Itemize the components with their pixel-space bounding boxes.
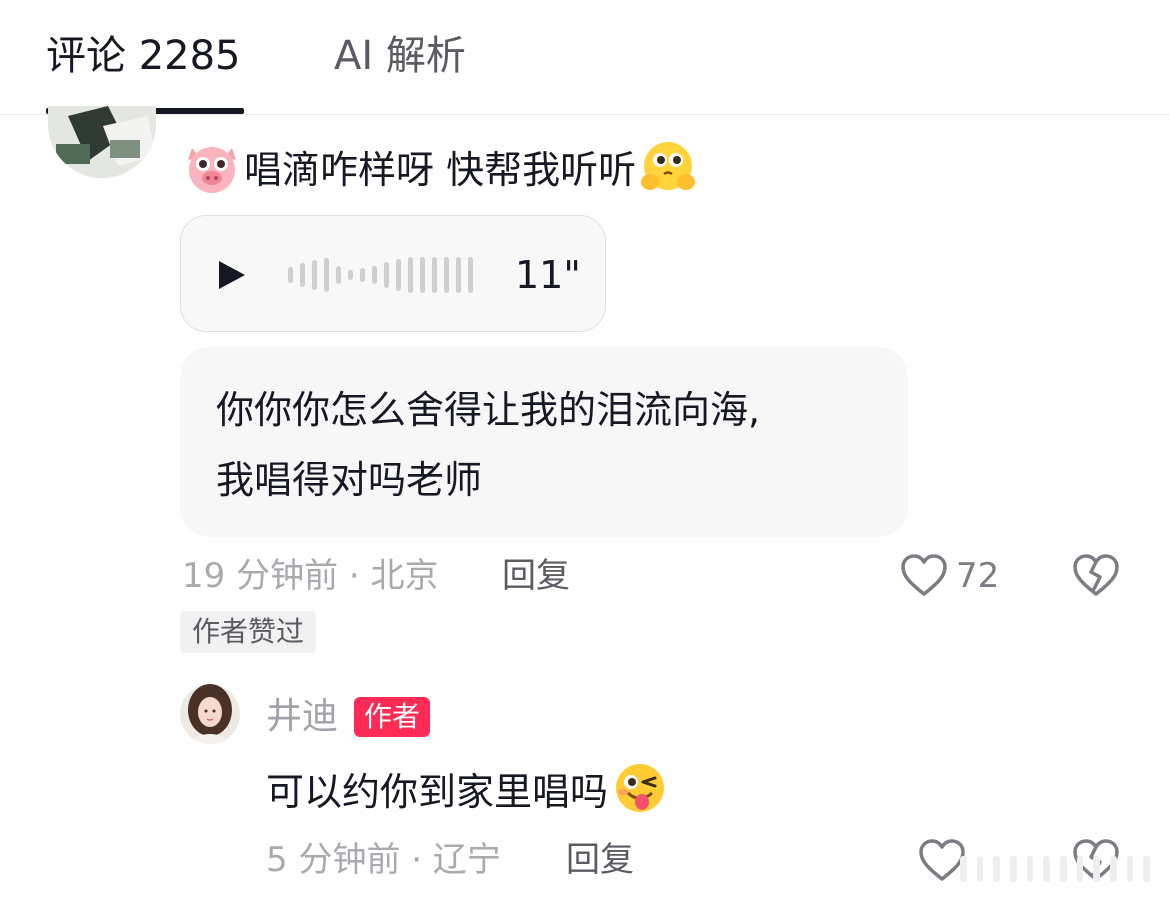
reply-timestamp: 5 分钟前 · 辽宁 (266, 840, 501, 880)
comment-lyrics-bubble: 你你你怎么舍得让我的泪流向海, 我唱得对吗老师 (180, 347, 908, 537)
lyrics-line: 我唱得对吗老师 (216, 458, 483, 502)
reply-like-heart-icon[interactable] (918, 838, 966, 882)
tab-comments[interactable]: 评论 2285 (46, 30, 241, 82)
pig-face-icon (184, 138, 240, 194)
voice-message[interactable]: 11" (180, 215, 606, 332)
avatar[interactable] (48, 106, 156, 178)
reply-avatar[interactable] (180, 684, 240, 744)
play-icon[interactable] (219, 261, 245, 289)
author-badge: 作者 (354, 697, 431, 737)
watermark-overlay (960, 852, 1151, 886)
dislike-broken-heart-icon[interactable] (1072, 553, 1120, 597)
comment-tabs: 评论 2285 AI 解析 (0, 0, 1170, 115)
reply-username[interactable]: 井迪 (266, 694, 338, 740)
comment-body: 唱滴咋样呀 快帮我听听 (244, 147, 637, 192)
comment-timestamp: 19 分钟前 · 北京 (182, 556, 439, 596)
winking-tongue-face-icon (612, 760, 668, 816)
like-heart-icon[interactable] (900, 553, 948, 597)
voice-duration: 11" (515, 253, 581, 297)
author-liked-badge: 作者赞过 (180, 611, 317, 653)
comment-text: 唱滴咋样呀 快帮我听听 (184, 138, 696, 194)
lyrics-line: 你你你怎么舍得让我的泪流向海, (216, 388, 761, 432)
hands-over-cheeks-icon (640, 138, 696, 194)
reply-reply-button[interactable]: 回复 (566, 838, 634, 882)
waveform (288, 256, 473, 294)
like-count: 72 (956, 556, 1000, 596)
reply-button[interactable]: 回复 (502, 554, 570, 598)
reply-text: 可以约你到家里唱吗 (266, 760, 668, 816)
tab-ai-analysis[interactable]: AI 解析 (334, 30, 466, 82)
reply-body: 可以约你到家里唱吗 (266, 769, 609, 814)
